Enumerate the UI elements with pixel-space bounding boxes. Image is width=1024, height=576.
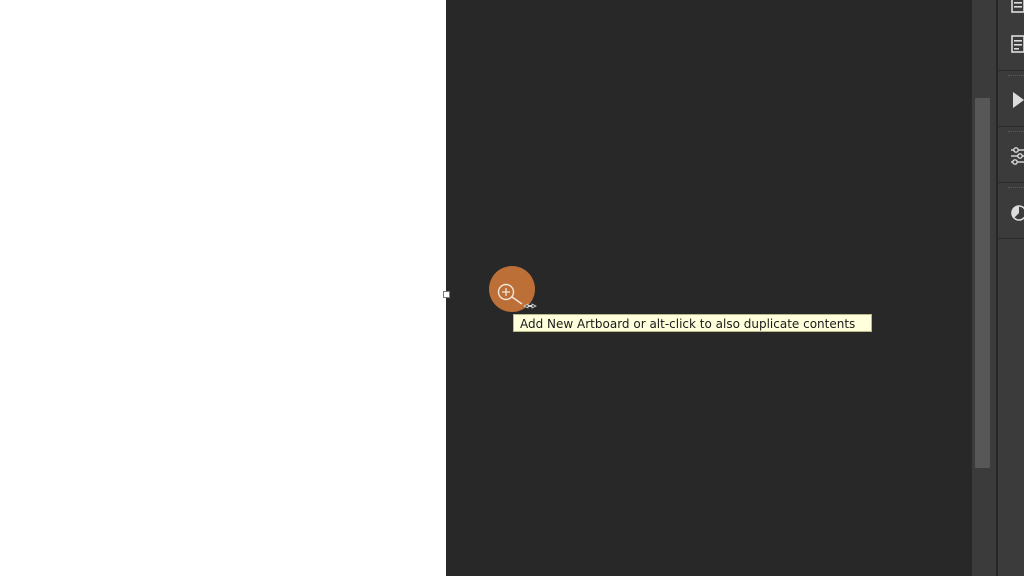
panel-grip[interactable]	[1008, 187, 1024, 190]
panel-separator	[998, 126, 1024, 127]
add-artboard-cursor-icon	[497, 283, 537, 309]
vertical-scrollbar-thumb[interactable]	[975, 98, 990, 468]
properties-panel-icon[interactable]	[1010, 34, 1024, 54]
artboard-resize-handle[interactable]	[443, 291, 450, 298]
panel-grip[interactable]	[1008, 131, 1024, 134]
play-actions-icon[interactable]	[1010, 90, 1024, 110]
panel-separator	[998, 70, 1024, 71]
panel-separator	[998, 238, 1024, 239]
photoshop-workspace: Add New Artboard or alt-click to also du…	[0, 0, 1024, 576]
tooltip: Add New Artboard or alt-click to also du…	[513, 314, 873, 332]
collapsed-panel-strip	[998, 0, 1024, 576]
panel-grip[interactable]	[1008, 75, 1024, 78]
panel-separator	[998, 182, 1024, 183]
layers-panel-icon[interactable]	[1010, 0, 1024, 16]
artboard-canvas[interactable]	[0, 0, 446, 576]
adjustments-sliders-icon[interactable]	[1010, 146, 1024, 166]
color-wheel-icon[interactable]	[1010, 203, 1024, 223]
